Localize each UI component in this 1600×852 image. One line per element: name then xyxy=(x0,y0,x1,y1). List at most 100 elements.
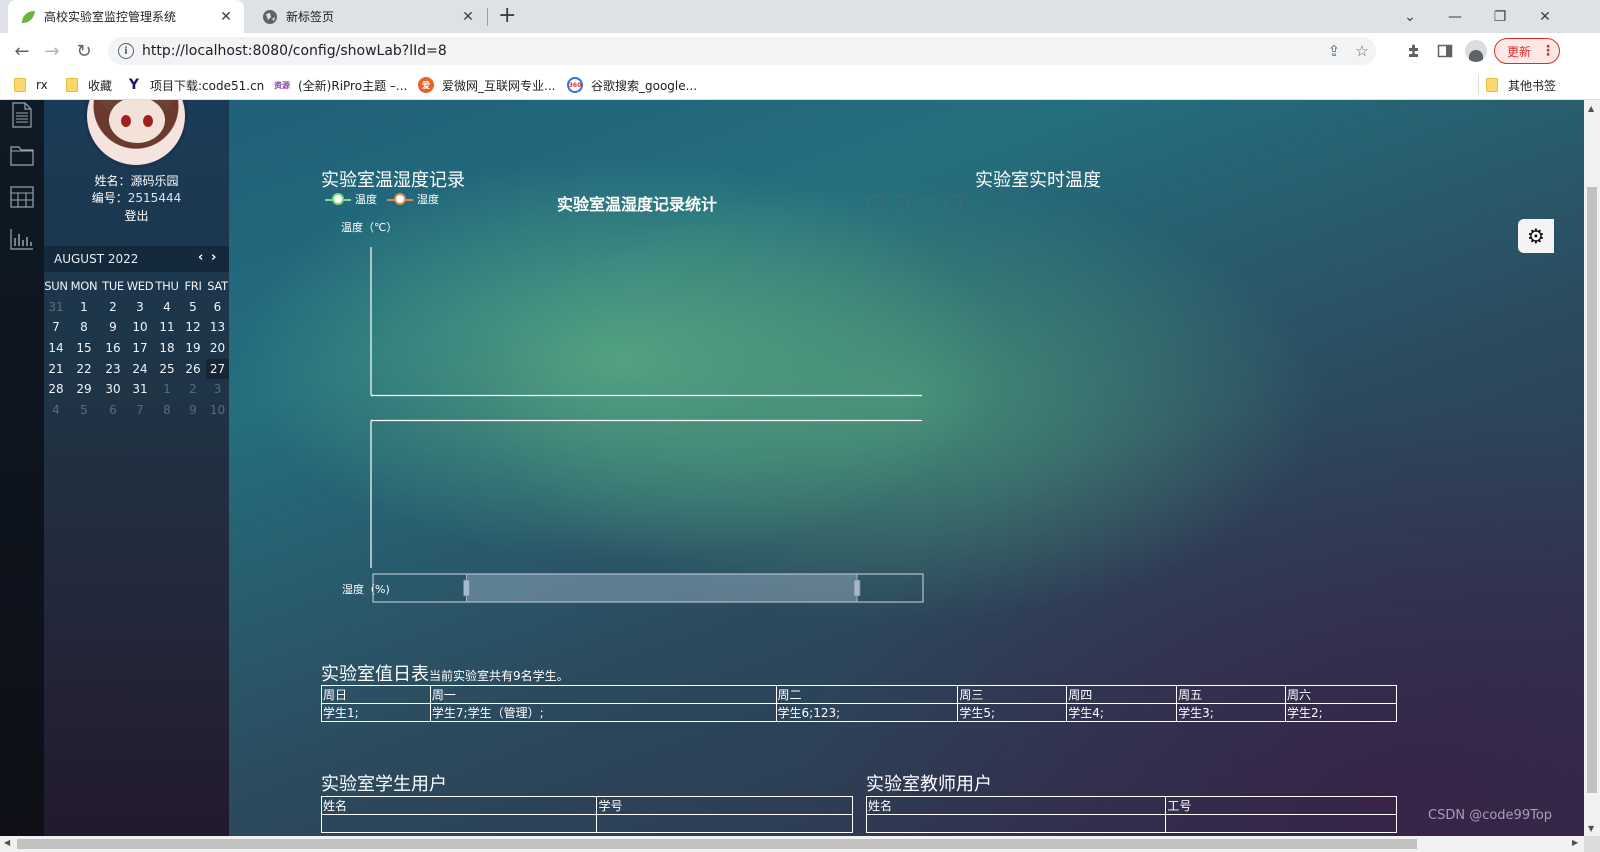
calendar-day[interactable]: 10 xyxy=(126,317,154,338)
calendar-day[interactable]: 23 xyxy=(100,359,126,380)
calendar-day[interactable]: 8 xyxy=(154,400,180,421)
horizontal-scrollbar[interactable]: ◀ ▶ xyxy=(0,836,1584,852)
bookmark-google[interactable]: 360 谷歌搜索_google... xyxy=(567,75,697,95)
calendar-day[interactable]: 30 xyxy=(100,379,126,400)
tab-search-icon[interactable]: ⌄ xyxy=(1388,0,1432,33)
scroll-up-icon[interactable]: ▲ xyxy=(1588,104,1594,113)
horizontal-scroll-thumb[interactable] xyxy=(17,839,1417,849)
datazoom-right-handle[interactable] xyxy=(853,579,861,597)
calendar-day[interactable]: 15 xyxy=(68,338,100,359)
bar-chart-icon[interactable] xyxy=(10,228,34,252)
calendar-day[interactable]: 3 xyxy=(206,379,229,400)
bookmark-favorites[interactable]: 收藏 xyxy=(66,75,112,95)
bookmark-code51[interactable]: Y 项目下载:code51.cn xyxy=(126,75,264,95)
calendar-day[interactable]: 6 xyxy=(206,297,229,318)
calendar-day[interactable]: 27 xyxy=(206,358,229,380)
calendar-day[interactable]: 7 xyxy=(126,400,154,421)
calendar-day[interactable]: 31 xyxy=(126,379,154,400)
datazoom-selected-range[interactable] xyxy=(466,574,858,602)
calendar-day[interactable]: 1 xyxy=(68,297,100,318)
calendar-day[interactable]: 10 xyxy=(206,400,229,421)
calendar-day[interactable]: 28 xyxy=(44,379,68,400)
calendar-day[interactable]: 17 xyxy=(126,338,154,359)
calendar-day[interactable]: 4 xyxy=(44,400,68,421)
new-tab-button[interactable]: + xyxy=(498,4,516,28)
calendar-day[interactable]: 14 xyxy=(44,338,68,359)
url-text[interactable]: http://localhost:8080/config/showLab?lId… xyxy=(142,43,1320,59)
calendar-day[interactable]: 20 xyxy=(206,338,229,359)
calendar-day[interactable]: 19 xyxy=(180,338,206,359)
calendar-day[interactable]: 6 xyxy=(100,400,126,421)
calendar-prev-icon[interactable]: ‹ xyxy=(198,250,203,265)
extensions-icon[interactable] xyxy=(1400,37,1428,65)
weekday-label: SAT xyxy=(207,279,228,293)
folder-icon[interactable] xyxy=(10,144,34,168)
table-icon[interactable] xyxy=(10,186,34,210)
name-label: 姓名： xyxy=(94,174,131,188)
restore-button[interactable]: ❐ xyxy=(1478,0,1522,33)
update-button[interactable]: 更新 ⋮ xyxy=(1494,38,1560,64)
calendar-day[interactable]: 8 xyxy=(68,317,100,338)
back-button[interactable]: ← xyxy=(8,37,36,65)
bookmark-aiwei[interactable]: 爱 爱微网_互联网专业... xyxy=(418,75,555,95)
column-header-name[interactable]: 姓名 xyxy=(865,796,1167,815)
calendar-day[interactable]: 7 xyxy=(44,317,68,338)
reload-button[interactable]: ↻ xyxy=(70,37,98,65)
column-header-staff-id[interactable]: 工号 xyxy=(1165,796,1397,815)
calendar-day[interactable]: 5 xyxy=(68,400,100,421)
logout-link[interactable]: 登出 xyxy=(44,207,229,224)
address-bar[interactable]: i http://localhost:8080/config/showLab?l… xyxy=(108,37,1376,65)
close-window-button[interactable]: ✕ xyxy=(1523,0,1567,33)
calendar-day[interactable]: 1 xyxy=(154,379,180,400)
calendar-day[interactable]: 24 xyxy=(126,359,154,380)
calendar-day[interactable]: 21 xyxy=(44,359,68,380)
calendar-day[interactable]: 9 xyxy=(100,317,126,338)
calendar-day[interactable]: 11 xyxy=(154,317,180,338)
calendar-day[interactable]: 29 xyxy=(68,379,100,400)
minimize-button[interactable]: — xyxy=(1433,0,1477,33)
calendar-day[interactable]: 26 xyxy=(180,359,206,380)
bookmark-label: 谷歌搜索_google... xyxy=(591,78,698,93)
calendar-day[interactable]: 13 xyxy=(206,317,229,338)
other-bookmarks[interactable]: 其他书签 xyxy=(1486,75,1556,95)
vertical-scroll-thumb[interactable] xyxy=(1587,187,1597,793)
bookmark-rx[interactable]: rx xyxy=(14,75,48,95)
column-header-student-id[interactable]: 学号 xyxy=(596,796,853,815)
scroll-right-icon[interactable]: ▶ xyxy=(1572,838,1578,847)
scroll-left-icon[interactable]: ◀ xyxy=(4,838,10,847)
document-icon[interactable] xyxy=(10,102,34,128)
tab-new-tab[interactable]: 新标签页 ✕ xyxy=(250,0,486,33)
calendar-day[interactable]: 9 xyxy=(180,400,206,421)
calendar-grid: SUN MON TUE WED THU FRI SAT 31 1 2 3 4 5 6 7 8 9 10 11 12 13… xyxy=(44,276,229,421)
bookmark-star-icon[interactable]: ☆ xyxy=(1348,42,1376,60)
calendar-day[interactable]: 12 xyxy=(180,317,206,338)
calendar-day[interactable]: 5 xyxy=(180,297,206,318)
calendar-day[interactable]: 22 xyxy=(68,359,100,380)
close-tab-icon[interactable]: ✕ xyxy=(216,9,236,25)
close-tab-icon[interactable]: ✕ xyxy=(458,9,478,25)
vertical-scrollbar[interactable]: ▲ ▼ xyxy=(1584,100,1600,836)
settings-gear-button[interactable]: ⚙ xyxy=(1518,219,1554,253)
site-info-icon[interactable]: i xyxy=(118,43,134,59)
calendar-header: AUGUST 2022 ‹ › xyxy=(44,246,229,272)
calendar-day[interactable]: 16 xyxy=(100,338,126,359)
tab-active[interactable]: 高校实验室监控管理系统 ✕ xyxy=(8,0,244,33)
side-panel-icon[interactable] xyxy=(1431,37,1459,65)
bookmark-ripro[interactable]: 资源 (全新)RiPro主题 –... xyxy=(274,75,407,95)
calendar-day[interactable]: 25 xyxy=(154,359,180,380)
profile-icon[interactable] xyxy=(1462,37,1490,65)
calendar-day[interactable]: 18 xyxy=(154,338,180,359)
calendar-day[interactable]: 2 xyxy=(180,379,206,400)
calendar-day[interactable]: 3 xyxy=(126,297,154,318)
share-icon[interactable]: ⇪ xyxy=(1320,42,1348,60)
calendar-day[interactable]: 31 xyxy=(44,297,68,318)
datazoom-left-handle[interactable] xyxy=(463,579,470,597)
forward-button[interactable]: → xyxy=(38,37,66,65)
column-header-name[interactable]: 姓名 xyxy=(320,796,598,815)
duty-column-header: 周一 xyxy=(429,685,777,704)
calendar-next-icon[interactable]: › xyxy=(211,250,216,265)
scroll-down-icon[interactable]: ▼ xyxy=(1588,824,1594,833)
calendar-day[interactable]: 4 xyxy=(154,297,180,318)
calendar-day[interactable]: 2 xyxy=(100,297,126,318)
duty-title-text: 实验室值日表 xyxy=(321,664,429,685)
